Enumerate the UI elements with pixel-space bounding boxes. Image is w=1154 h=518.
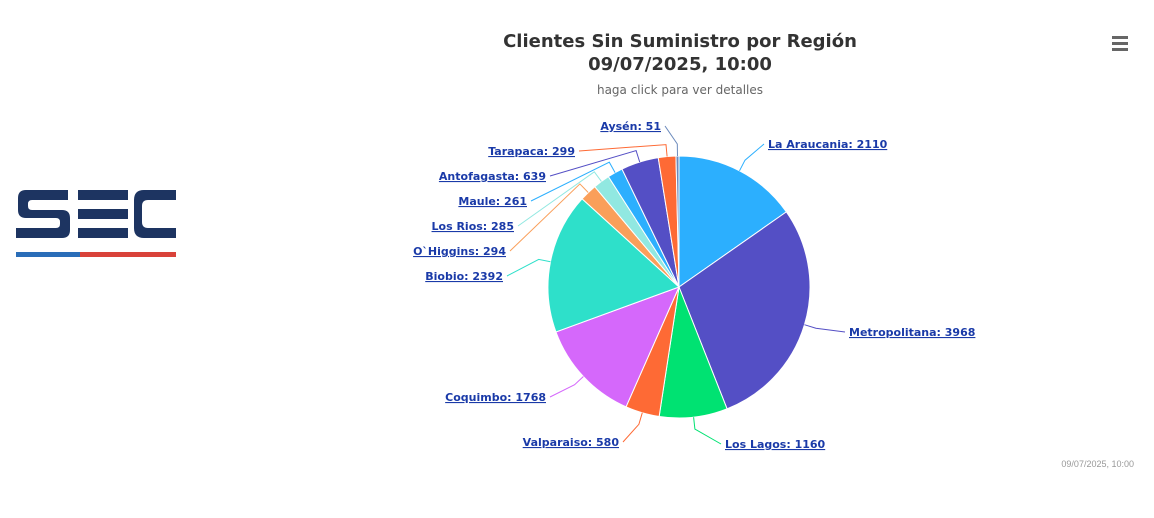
data-label-coquimbo[interactable]: Coquimbo: 1768 xyxy=(445,391,546,404)
data-label-biobio[interactable]: Biobio: 2392 xyxy=(425,270,503,283)
pie-chart: La Araucania: 2110 Metropolitana: 3968 Los… xyxy=(413,120,975,451)
data-label-metropolitana[interactable]: Metropolitana: 3968 xyxy=(849,326,975,339)
connector-metropolitana xyxy=(804,324,846,333)
data-label-los-rios[interactable]: Los Rios: 285 xyxy=(432,220,514,233)
data-label-antofagasta[interactable]: Antofagasta: 639 xyxy=(439,170,546,183)
connector-valparaiso xyxy=(622,412,643,443)
connector-biobio xyxy=(506,258,551,277)
chart-credit-timestamp: 09/07/2025, 10:00 xyxy=(1061,459,1134,469)
data-label-maule[interactable]: Maule: 261 xyxy=(458,195,527,208)
data-label-los-lagos[interactable]: Los Lagos: 1160 xyxy=(725,438,826,451)
connector-coquimbo xyxy=(549,376,584,398)
data-label-aysen[interactable]: Aysén: 51 xyxy=(600,120,661,133)
data-label-o-higgins[interactable]: O`Higgins: 294 xyxy=(413,245,506,258)
data-label-tarapaca[interactable]: Tarapaca: 299 xyxy=(488,145,575,158)
data-label-la-araucania[interactable]: La Araucania: 2110 xyxy=(768,138,888,151)
data-label-valparaiso[interactable]: Valparaiso: 580 xyxy=(523,436,620,449)
connector-los-lagos xyxy=(693,417,722,445)
connector-la-araucania xyxy=(739,143,765,172)
